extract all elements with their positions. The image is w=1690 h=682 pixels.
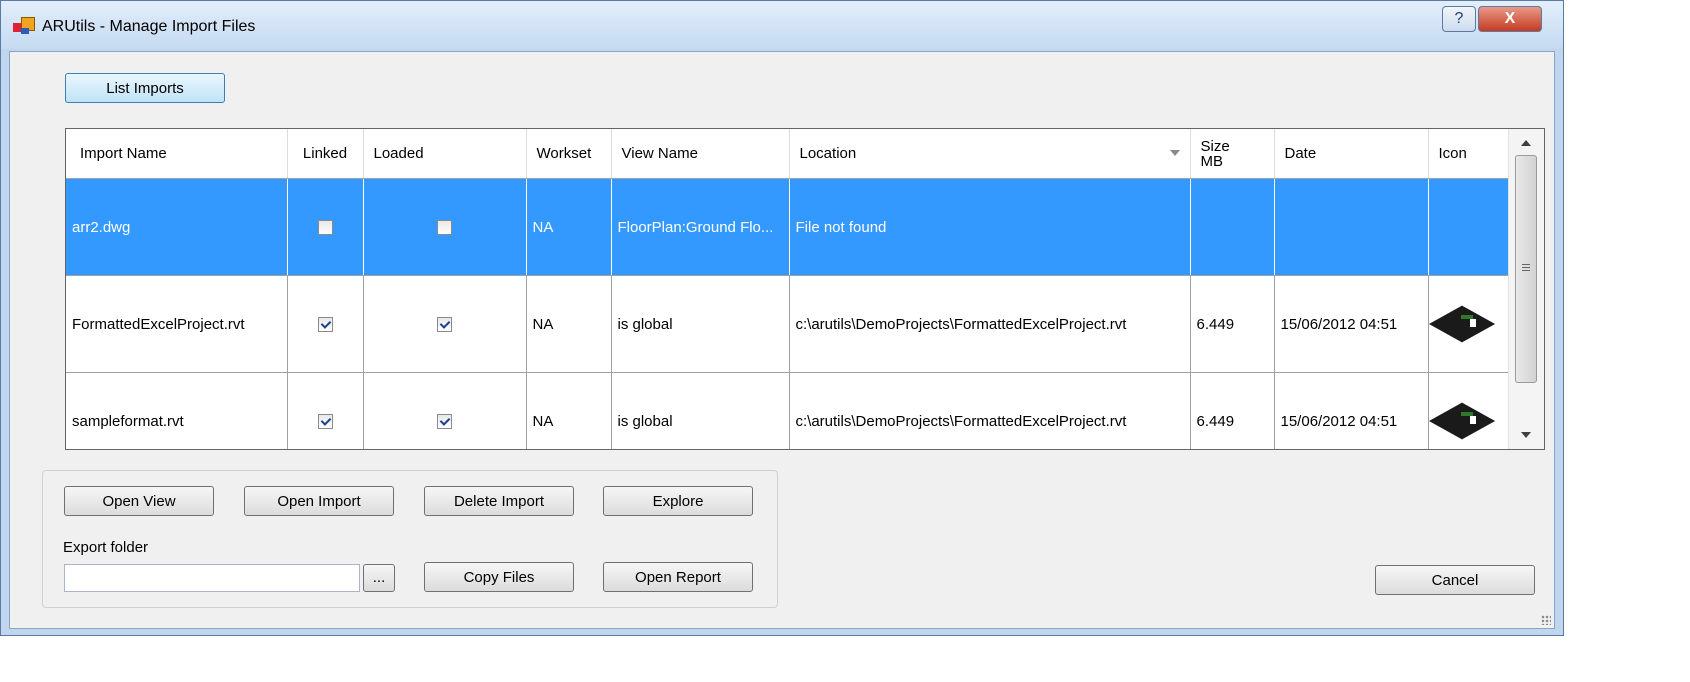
loaded-cell — [363, 275, 527, 373]
import-name-cell: sampleformat.rvt — [66, 372, 288, 449]
size-cell: 6.449 — [1190, 372, 1275, 449]
view-name-cell: is global — [611, 275, 790, 373]
linked-checkbox[interactable] — [317, 220, 333, 236]
workset-cell: NA — [526, 178, 612, 276]
column-header-linked[interactable]: Linked — [287, 129, 364, 179]
column-header-size[interactable]: Size MB — [1190, 129, 1275, 179]
column-header-location[interactable]: Location — [789, 129, 1191, 179]
loaded-checkbox[interactable] — [437, 317, 452, 333]
import-name-cell: arr2.dwg — [66, 178, 288, 276]
loaded-cell — [363, 178, 527, 276]
delete-import-button[interactable]: Delete Import — [424, 486, 574, 516]
workset-cell: NA — [526, 275, 612, 373]
location-cell: File not found — [789, 178, 1191, 276]
location-cell: c:\arutils\DemoProjects\FormattedExcelPr… — [789, 275, 1191, 373]
grip-icon — [1522, 264, 1530, 265]
scroll-down-icon[interactable] — [1521, 432, 1531, 438]
date-cell — [1274, 178, 1429, 276]
client-area: List Imports Import Name Linked Loaded W… — [9, 51, 1555, 629]
view-name-cell: FloorPlan:Ground Flo... — [611, 178, 790, 276]
explore-button[interactable]: Explore — [603, 486, 753, 516]
resize-grip-icon[interactable] — [1541, 615, 1551, 625]
size-cell — [1190, 178, 1275, 276]
export-folder-input[interactable] — [64, 564, 360, 592]
title-bar[interactable]: ARUtils - Manage Import Files ? X — [1, 1, 1563, 49]
grid-header-row: Import Name Linked Loaded Workset View N… — [66, 129, 1510, 179]
open-view-button[interactable]: Open View — [64, 486, 214, 516]
scroll-thumb[interactable] — [1515, 155, 1537, 383]
column-header-icon[interactable]: Icon — [1428, 129, 1510, 179]
export-folder-label: Export folder — [63, 539, 149, 556]
location-cell: c:\arutils\DemoProjects\FormattedExcelPr… — [789, 372, 1191, 449]
icon-cell — [1428, 275, 1510, 373]
loaded-cell — [363, 372, 527, 449]
help-button[interactable]: ? — [1442, 6, 1476, 32]
date-cell: 15/06/2012 04:51 — [1274, 275, 1429, 373]
table-row[interactable]: sampleformat.rvt NA is global c:\arutils\De… — [66, 372, 1510, 449]
loaded-checkbox[interactable] — [437, 220, 452, 236]
window-title: ARUtils - Manage Import Files — [42, 18, 256, 35]
column-header-import-name[interactable]: Import Name — [66, 129, 288, 179]
column-header-loaded[interactable]: Loaded — [363, 129, 527, 179]
import-name-cell: FormattedExcelProject.rvt — [66, 275, 288, 373]
view-name-cell: is global — [611, 372, 790, 449]
imports-table: Import Name Linked Loaded Workset View N… — [66, 129, 1510, 449]
app-icon — [13, 17, 35, 35]
linked-checkbox[interactable] — [317, 414, 333, 430]
column-header-view-name[interactable]: View Name — [611, 129, 790, 179]
column-header-date[interactable]: Date — [1274, 129, 1429, 179]
browse-folder-button[interactable]: ... — [363, 564, 395, 592]
workset-cell: NA — [526, 372, 612, 449]
revit-model-thumbnail-icon — [1428, 305, 1501, 343]
icon-cell — [1428, 372, 1510, 449]
revit-model-thumbnail-icon — [1428, 402, 1501, 440]
open-report-button[interactable]: Open Report — [603, 562, 753, 592]
size-cell: 6.449 — [1190, 275, 1275, 373]
loaded-checkbox[interactable] — [437, 414, 452, 430]
sort-down-icon — [1169, 150, 1180, 156]
linked-cell — [287, 275, 364, 373]
copy-files-button[interactable]: Copy Files — [424, 562, 574, 592]
imports-grid[interactable]: Import Name Linked Loaded Workset View N… — [65, 128, 1545, 450]
table-row[interactable]: arr2.dwg NA FloorPlan:Ground Flo... File no… — [66, 178, 1510, 276]
scroll-up-icon[interactable] — [1521, 140, 1531, 146]
column-header-workset[interactable]: Workset — [526, 129, 612, 179]
linked-cell — [287, 178, 364, 276]
date-cell: 15/06/2012 04:51 — [1274, 372, 1429, 449]
dialog-window: ARUtils - Manage Import Files ? X List I… — [0, 0, 1564, 636]
cancel-button[interactable]: Cancel — [1375, 565, 1535, 595]
icon-cell — [1428, 178, 1510, 276]
close-button[interactable]: X — [1478, 6, 1542, 32]
column-header-location-label: Location — [799, 145, 857, 162]
linked-checkbox[interactable] — [317, 317, 333, 333]
open-import-button[interactable]: Open Import — [244, 486, 394, 516]
list-imports-button[interactable]: List Imports — [65, 73, 225, 103]
linked-cell — [287, 372, 364, 449]
vertical-scrollbar[interactable] — [1508, 129, 1544, 449]
table-row[interactable]: FormattedExcelProject.rvt NA is global c:\a… — [66, 275, 1510, 373]
